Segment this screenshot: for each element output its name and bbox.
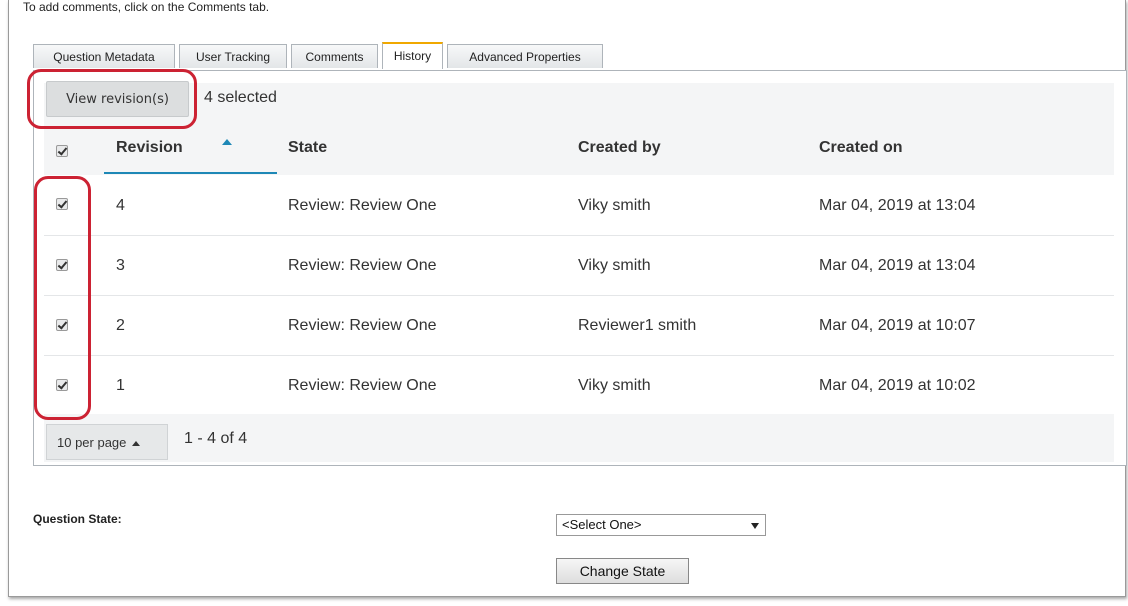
cell-revision: 1 bbox=[116, 377, 125, 394]
cell-revision: 2 bbox=[116, 317, 125, 334]
selected-count: 4 selected bbox=[204, 89, 277, 106]
per-page-dropdown[interactable]: 10 per page bbox=[46, 424, 168, 460]
header-created-by[interactable]: Created by bbox=[578, 139, 661, 157]
tab-comments[interactable]: Comments bbox=[291, 44, 378, 68]
cell-state: Review: Review One bbox=[288, 317, 437, 334]
tab-user-tracking[interactable]: User Tracking bbox=[179, 44, 287, 68]
cell-created-on: Mar 04, 2019 at 10:02 bbox=[819, 377, 976, 394]
intro-text: To add comments, click on the Comments t… bbox=[23, 0, 270, 14]
header-revision[interactable]: Revision bbox=[116, 139, 183, 157]
header-created-on[interactable]: Created on bbox=[819, 139, 903, 157]
tab-history[interactable]: History bbox=[382, 42, 443, 69]
cell-state: Review: Review One bbox=[288, 257, 437, 274]
table-footer: 10 per page 1 - 4 of 4 bbox=[44, 414, 1114, 462]
question-state-label: Question State: bbox=[33, 512, 122, 526]
sort-indicator bbox=[104, 172, 277, 174]
cell-state: Review: Review One bbox=[288, 197, 437, 214]
cell-created-by: Viky smith bbox=[578, 257, 651, 274]
select-value: <Select One> bbox=[562, 517, 642, 532]
highlight-view-revisions bbox=[27, 69, 197, 129]
question-state-select[interactable]: <Select One> bbox=[556, 514, 766, 536]
cell-revision: 4 bbox=[116, 197, 125, 214]
pagination-range: 1 - 4 of 4 bbox=[184, 430, 248, 447]
cell-created-by: Viky smith bbox=[578, 377, 651, 394]
cell-created-by: Reviewer1 smith bbox=[578, 317, 697, 334]
cell-created-on: Mar 04, 2019 at 10:07 bbox=[819, 317, 976, 334]
select-all-checkbox[interactable] bbox=[56, 145, 68, 157]
highlight-row-checkboxes bbox=[34, 176, 91, 420]
caret-up-icon bbox=[132, 441, 141, 447]
per-page-label: 10 per page bbox=[57, 435, 127, 450]
chevron-down-icon bbox=[751, 523, 759, 529]
tab-question-metadata[interactable]: Question Metadata bbox=[33, 44, 175, 68]
cell-revision: 3 bbox=[116, 257, 125, 274]
tab-advanced-properties[interactable]: Advanced Properties bbox=[447, 44, 603, 68]
cell-created-by: Viky smith bbox=[578, 197, 651, 214]
change-state-button[interactable]: Change State bbox=[556, 558, 689, 584]
cell-state: Review: Review One bbox=[288, 377, 437, 394]
sort-ascending-icon bbox=[222, 139, 232, 145]
cell-created-on: Mar 04, 2019 at 13:04 bbox=[819, 257, 976, 274]
header-state[interactable]: State bbox=[288, 139, 327, 157]
history-panel: View revision(s) 4 selected Revision Sta… bbox=[27, 69, 1127, 466]
cell-created-on: Mar 04, 2019 at 13:04 bbox=[819, 197, 976, 214]
screenshot-frame: To add comments, click on the Comments t… bbox=[8, 0, 1127, 597]
